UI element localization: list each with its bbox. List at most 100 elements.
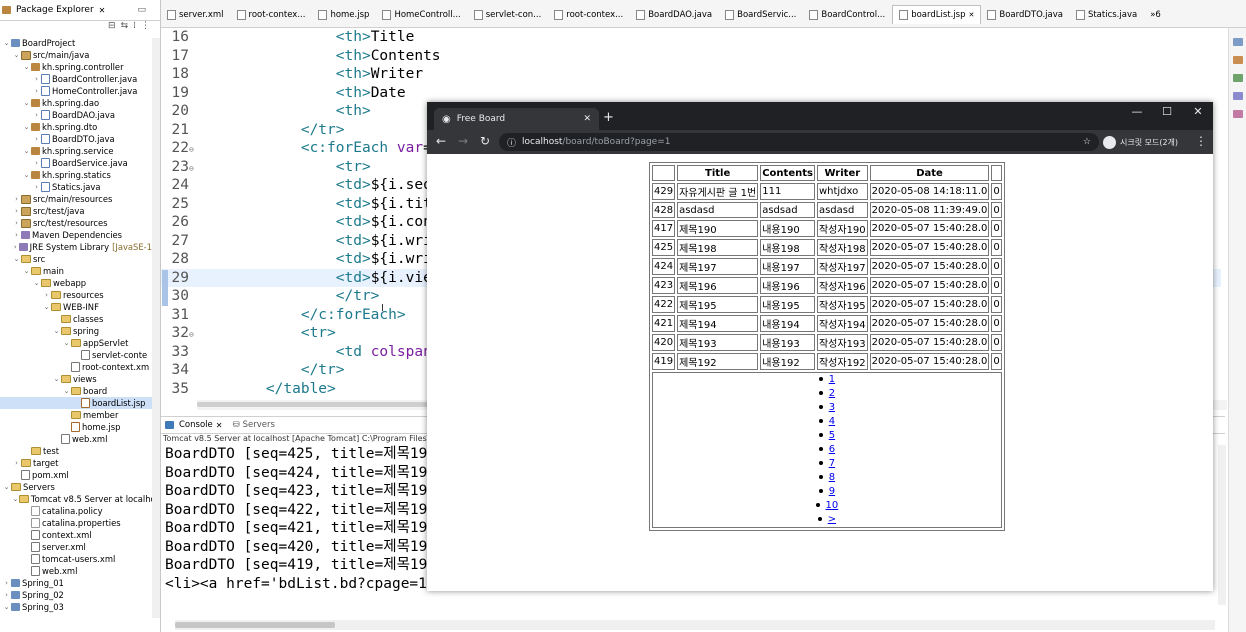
page-link[interactable]: 9 xyxy=(829,486,835,497)
chevron-down-icon[interactable]: ⌄ xyxy=(62,385,71,397)
editor-tab[interactable]: boardList.jsp ✕ xyxy=(892,5,982,24)
page-link[interactable]: 1 xyxy=(829,374,835,385)
page-link[interactable]: 7 xyxy=(829,458,835,469)
minimize-icon[interactable]: ▭ xyxy=(137,5,146,15)
close-icon[interactable]: ✕ xyxy=(969,11,975,19)
tab-servers[interactable]: ⛁ Servers xyxy=(232,420,274,430)
chevron-down-icon[interactable]: ⌄ xyxy=(2,481,11,493)
tree-item[interactable]: › src/test/java xyxy=(0,205,160,217)
page-link[interactable]: 8 xyxy=(829,472,835,483)
chevron-right-icon[interactable]: › xyxy=(2,577,11,589)
editor-tab[interactable]: Statics.java xyxy=(1070,8,1144,22)
chevron-down-icon[interactable]: ⌄ xyxy=(12,253,21,265)
code-line[interactable]: 18 <th>Writer xyxy=(161,65,1221,84)
outline-icon[interactable] xyxy=(1233,38,1243,46)
chevron-right-icon[interactable]: › xyxy=(12,229,21,241)
chevron-down-icon[interactable]: ⌄ xyxy=(62,337,71,349)
tree-item[interactable]: context.xml xyxy=(0,529,160,541)
tree-item[interactable]: › resources xyxy=(0,289,160,301)
task-list-icon[interactable] xyxy=(1233,56,1243,64)
tree-item[interactable]: tomcat-users.xml xyxy=(0,553,160,565)
chevron-right-icon[interactable]: › xyxy=(12,241,19,253)
page-link[interactable]: > xyxy=(828,514,836,525)
chevron-right-icon[interactable]: › xyxy=(12,205,21,217)
chevron-down-icon[interactable]: ⌄ xyxy=(22,265,31,277)
chevron-right-icon[interactable]: › xyxy=(12,193,21,205)
incognito-profile[interactable]: 시크릿 모드(2개) xyxy=(1103,134,1178,150)
tree-item[interactable]: › BoardDAO.java xyxy=(0,109,160,121)
editor-tab[interactable]: server.xml xyxy=(161,8,231,22)
console-scroll-thumb[interactable] xyxy=(175,622,335,628)
page-link[interactable]: 2 xyxy=(829,388,835,399)
close-tab-icon[interactable]: ✕ xyxy=(583,114,591,124)
tree-item[interactable]: catalina.properties xyxy=(0,517,160,529)
tree-item[interactable]: root-context.xm xyxy=(0,361,160,373)
tree-item[interactable]: member xyxy=(0,409,160,421)
chevron-down-icon[interactable]: ⌄ xyxy=(12,493,19,505)
reload-icon[interactable]: ↻ xyxy=(477,134,493,148)
console-vertical-scrollbar[interactable] xyxy=(1218,445,1226,605)
chevron-right-icon[interactable]: › xyxy=(12,457,21,469)
minimize-window-icon[interactable]: — xyxy=(1122,105,1152,118)
tree-item[interactable]: web.xml xyxy=(0,565,160,577)
tree-item[interactable]: ⌄ Spring_03 xyxy=(0,601,160,613)
problems-icon[interactable] xyxy=(1233,74,1243,82)
chevron-down-icon[interactable]: ⌄ xyxy=(22,169,31,181)
tree-item[interactable]: ⌄ src/main/java xyxy=(0,49,160,61)
tree-item[interactable]: ⌄ src xyxy=(0,253,160,265)
editor-tab[interactable]: BoardControl... xyxy=(803,8,892,22)
tree-item[interactable]: › BoardController.java xyxy=(0,73,160,85)
back-icon[interactable]: ← xyxy=(433,134,449,148)
tree-item[interactable]: › src/test/resources xyxy=(0,217,160,229)
page-link[interactable]: 6 xyxy=(829,444,835,455)
editor-tab[interactable]: BoardServic... xyxy=(719,8,803,22)
code-line[interactable]: 17 <th>Contents xyxy=(161,47,1221,66)
close-window-icon[interactable]: ✕ xyxy=(1183,105,1213,118)
chevron-down-icon[interactable]: ⌄ xyxy=(12,49,21,61)
chevron-right-icon[interactable]: › xyxy=(32,73,41,85)
tree-item[interactable]: boardList.jsp xyxy=(0,397,160,409)
tree-item[interactable]: › Spring_02 xyxy=(0,589,160,601)
chevron-right-icon[interactable]: › xyxy=(32,157,41,169)
chevron-down-icon[interactable]: ⌄ xyxy=(52,325,61,337)
editor-tab[interactable]: servlet-con... xyxy=(468,8,549,22)
editor-tab[interactable]: root-contex... xyxy=(548,8,630,22)
tree-item[interactable]: ⌄ kh.spring.dao xyxy=(0,97,160,109)
tree-item[interactable]: ⌄ views xyxy=(0,373,160,385)
chevron-down-icon[interactable]: ⌄ xyxy=(22,97,31,109)
view-menu-icon[interactable]: ⋮ xyxy=(141,21,150,37)
tree-item[interactable]: ⌄ board xyxy=(0,385,160,397)
tab-console[interactable]: Console ✕ xyxy=(165,420,222,430)
chevron-down-icon[interactable]: ⌄ xyxy=(2,601,11,613)
browser-menu-icon[interactable]: ⋮ xyxy=(1195,134,1207,148)
tree-item[interactable]: classes xyxy=(0,313,160,325)
tree-item[interactable]: ⌄ Tomcat v8.5 Server at localhos xyxy=(0,493,161,505)
filter-icon[interactable]: ⁞ xyxy=(133,21,136,37)
editor-tab[interactable]: BoardDAO.java xyxy=(630,8,719,22)
tree-item[interactable]: servlet-conte xyxy=(0,349,160,361)
address-bar[interactable]: ⓘ localhost /board/toBoard?page=1 ☆ xyxy=(499,133,1099,151)
page-link[interactable]: 4 xyxy=(829,416,835,427)
chevron-down-icon[interactable]: ⌄ xyxy=(42,301,51,313)
editor-tab[interactable]: BoardDTO.java xyxy=(981,8,1070,22)
tree-item[interactable]: › BoardDTO.java xyxy=(0,133,160,145)
tree-item[interactable]: › JRE System Library [JavaSE-1.8 xyxy=(0,241,160,253)
tree-item[interactable]: ⌄ webapp xyxy=(0,277,160,289)
chevron-down-icon[interactable]: ⌄ xyxy=(52,373,61,385)
chevron-down-icon[interactable]: ⌄ xyxy=(22,121,31,133)
code-line[interactable]: 16 <th>Title xyxy=(161,28,1221,47)
tree-item[interactable]: home.jsp xyxy=(0,421,160,433)
tree-item[interactable]: › BoardService.java xyxy=(0,157,160,169)
tree-item[interactable]: server.xml xyxy=(0,541,160,553)
chevron-right-icon[interactable]: › xyxy=(32,181,41,193)
chevron-down-icon[interactable]: ⌄ xyxy=(32,277,41,289)
editor-tab[interactable]: HomeControll... xyxy=(376,8,467,22)
bookmark-star-icon[interactable]: ☆ xyxy=(1083,137,1091,147)
tree-item[interactable]: ⌄ Servers xyxy=(0,481,160,493)
maximize-window-icon[interactable]: ☐ xyxy=(1152,105,1182,118)
tree-item[interactable]: ⌄ kh.spring.statics xyxy=(0,169,160,181)
tree-item[interactable]: › target xyxy=(0,457,160,469)
chevron-right-icon[interactable]: › xyxy=(42,289,51,301)
tree-item[interactable]: ⌄ spring xyxy=(0,325,160,337)
close-icon[interactable]: ✕ xyxy=(216,421,223,430)
